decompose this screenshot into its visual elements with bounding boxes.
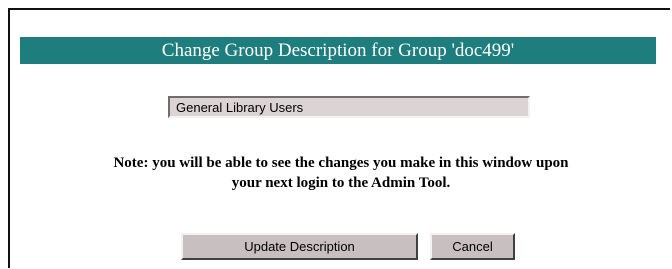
- dialog-title: Change Group Description for Group 'doc4…: [20, 37, 656, 64]
- note-text: Note: you will be able to see the change…: [10, 153, 672, 193]
- update-description-button[interactable]: Update Description: [181, 233, 418, 260]
- note-line-1: Note: you will be able to see the change…: [113, 155, 569, 171]
- change-group-description-dialog: Change Group Description for Group 'doc4…: [8, 8, 670, 268]
- cancel-button[interactable]: Cancel: [430, 233, 515, 260]
- group-description-input[interactable]: [168, 96, 530, 118]
- note-line-2: your next login to the Admin Tool.: [231, 175, 451, 191]
